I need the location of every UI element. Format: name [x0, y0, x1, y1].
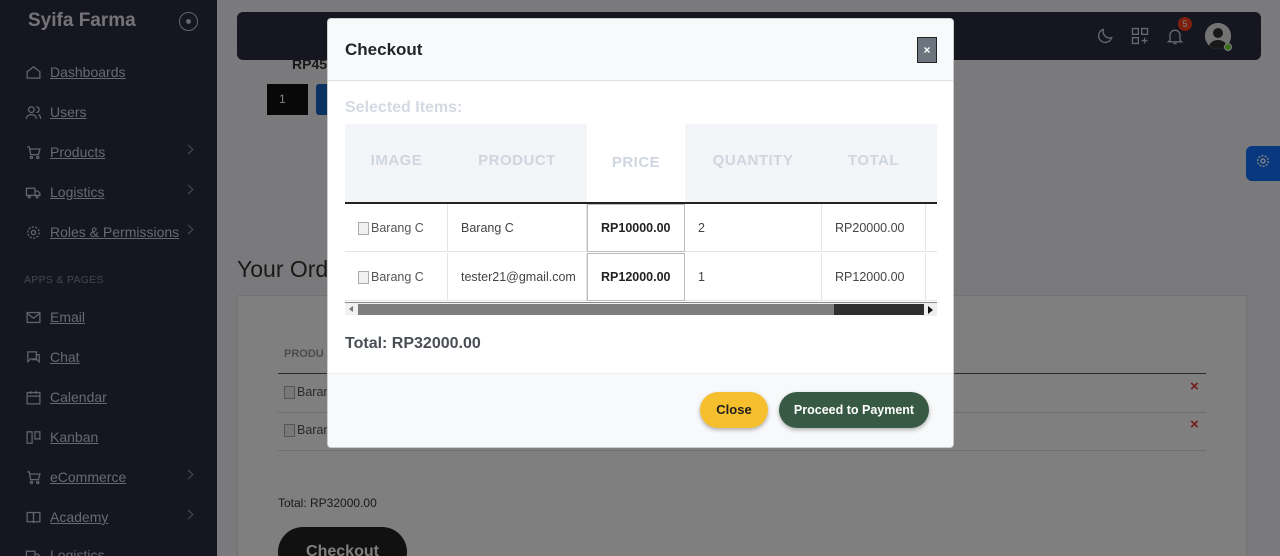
table-cell-price: RP12000.00 — [587, 253, 685, 301]
table-cell-image: Barang C — [345, 253, 448, 301]
checkout-total: Total: RP32000.00 — [345, 335, 481, 352]
horizontal-scrollbar[interactable] — [345, 302, 937, 316]
modal-footer: Close Proceed to Payment — [328, 373, 953, 447]
proceed-to-payment-button[interactable]: Proceed to Payment — [779, 392, 929, 428]
table-row: Barang C Barang C RP10000.00 2 RP20000.0… — [345, 204, 937, 252]
table-header: IMAGE PRODUCT PRICE QUANTITY TOTAL — [345, 124, 937, 202]
table-cell-total: RP20000.00 — [822, 204, 926, 252]
modal-title: Checkout — [345, 40, 423, 59]
column-header-quantity: QUANTITY — [712, 152, 794, 169]
column-header-image: IMAGE — [370, 152, 423, 169]
column-header-price: PRICE — [611, 154, 661, 171]
column-header-total: TOTAL — [847, 152, 900, 169]
selected-items-label: Selected Items: — [345, 99, 463, 116]
scrollbar-thumb[interactable] — [358, 304, 834, 315]
product-image: Barang C — [358, 270, 424, 284]
table-row: Barang C tester21@gmail.com RP12000.00 1… — [345, 253, 937, 301]
selected-items-table[interactable]: IMAGE PRODUCT PRICE QUANTITY TOTAL Baran… — [345, 124, 937, 316]
table-cell-price: RP10000.00 — [587, 204, 685, 252]
scrollbar-track[interactable] — [834, 304, 924, 315]
close-button[interactable]: Close — [700, 392, 768, 428]
table-cell-total: RP12000.00 — [822, 253, 926, 301]
modal-header: Checkout × — [328, 19, 953, 81]
column-header-product: PRODUCT — [478, 152, 556, 169]
table-cell-quantity: 2 — [685, 204, 822, 252]
product-image: Barang C — [358, 221, 424, 235]
scroll-right-icon[interactable] — [928, 306, 933, 314]
checkout-modal: Checkout × Selected Items: IMAGE PRODUCT… — [327, 18, 954, 448]
table-cell-image: Barang C — [345, 204, 448, 252]
scroll-left-icon[interactable] — [349, 306, 353, 312]
close-icon[interactable]: × — [917, 37, 937, 63]
table-cell-product: tester21@gmail.com — [448, 253, 587, 301]
table-cell-quantity: 1 — [685, 253, 822, 301]
table-cell-product: Barang C — [448, 204, 587, 252]
